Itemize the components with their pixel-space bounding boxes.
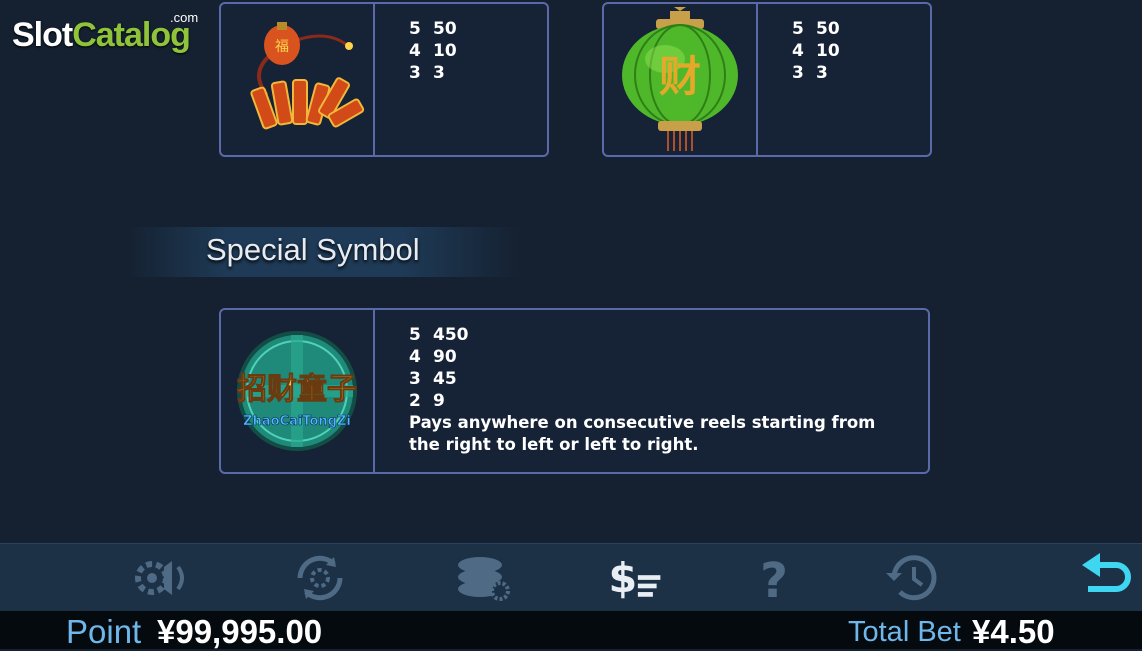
back-icon[interactable] [1078,550,1138,606]
svg-text:?: ? [760,553,788,603]
bottom-toolbar: $ ? [0,543,1142,612]
total-bet-label: Total Bet [848,616,961,648]
paytable-icon[interactable]: $ [606,550,666,606]
svg-text:ZhaoCaiTongZi: ZhaoCaiTongZi [243,414,351,429]
paytable-card-special: 招财童子 ZhaoCaiTongZi 5 450 4 90 3 45 29 Pays … [219,308,930,474]
special-symbol-title: Special Symbol [206,232,420,267]
lantern-pays: 5 50 4 10 33 [792,19,840,83]
special-pays: 5 450 4 90 3 45 29 Pays anywhere on consecu… [409,324,889,456]
history-icon[interactable] [882,550,942,606]
svg-text:福: 福 [275,39,289,55]
slotcatalog-logo: SlotCatalog .com [12,10,212,58]
lantern-icon: 财 [604,4,758,155]
logo-text: SlotCatalog [12,16,191,54]
special-description: Pays anywhere on consecutive reels start… [409,413,876,454]
svg-text:$: $ [609,554,638,602]
svg-text:财: 财 [659,52,701,101]
point-label: Point [66,613,142,650]
paytable-card-firecracker: 福 5 50 4 10 33 [219,2,549,157]
total-bet-value: ¥4.50 [972,613,1055,650]
zhaocaitongzi-scatter-icon: 招财童子 ZhaoCaiTongZi [221,310,375,472]
autoplay-settings-icon[interactable] [290,550,350,606]
chips-settings-icon[interactable] [452,550,512,606]
help-icon[interactable]: ? [744,550,804,606]
firecracker-pays: 5 50 4 10 33 [409,19,457,83]
svg-text:招财童子: 招财童子 [237,372,357,407]
paytable-card-lantern: 财 5 50 4 10 33 [602,2,932,157]
point-value: ¥99,995.00 [157,613,323,650]
sound-settings-icon[interactable] [132,550,192,606]
firecracker-icon: 福 [221,4,375,155]
logo-com: .com [170,10,199,25]
